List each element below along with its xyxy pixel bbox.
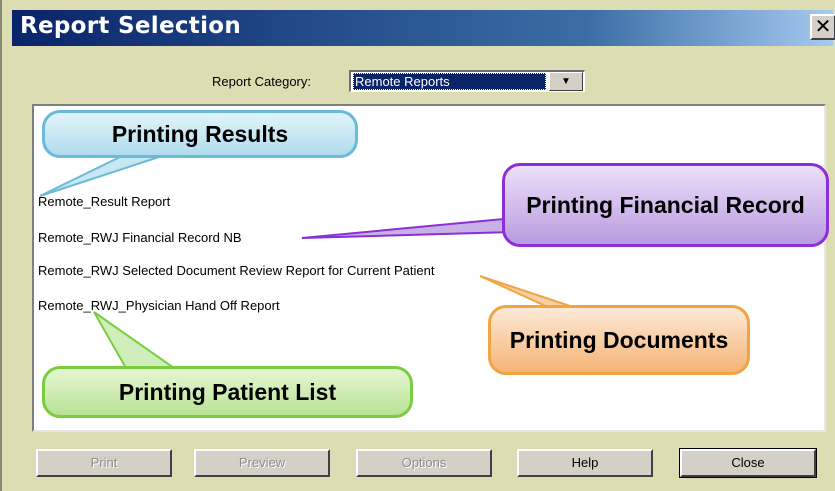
callout-printing-results: Printing Results xyxy=(42,110,358,158)
options-button[interactable]: Options xyxy=(356,449,492,477)
close-icon: ✕ xyxy=(814,14,832,38)
close-button[interactable]: Close xyxy=(679,448,817,478)
window-title: Report Selection xyxy=(20,13,242,39)
callout-printing-patient-list: Printing Patient List xyxy=(42,366,413,418)
callout-printing-financial-record: Printing Financial Record xyxy=(502,163,829,247)
preview-button[interactable]: Preview xyxy=(194,449,330,477)
report-item-financial-record[interactable]: Remote_RWJ Financial Record NB xyxy=(38,230,242,245)
report-category-select[interactable]: Remote Reports ▼ xyxy=(349,70,585,92)
chevron-down-icon[interactable]: ▼ xyxy=(549,72,583,91)
print-button[interactable]: Print xyxy=(36,449,172,477)
close-window-button[interactable]: ✕ xyxy=(810,14,835,40)
callout-printing-documents: Printing Documents xyxy=(488,305,750,375)
report-item-result[interactable]: Remote_Result Report xyxy=(38,194,170,209)
title-bar: Report Selection xyxy=(12,10,833,46)
help-button[interactable]: Help xyxy=(517,449,653,477)
report-item-physician-hand-off[interactable]: Remote_RWJ_Physician Hand Off Report xyxy=(38,298,280,313)
report-category-value: Remote Reports xyxy=(353,73,546,90)
report-category-label: Report Category: xyxy=(212,74,311,89)
report-selection-dialog: Report Selection ✕ Report Category: Remo… xyxy=(0,0,835,491)
report-item-document-review[interactable]: Remote_RWJ Selected Document Review Repo… xyxy=(38,263,434,278)
